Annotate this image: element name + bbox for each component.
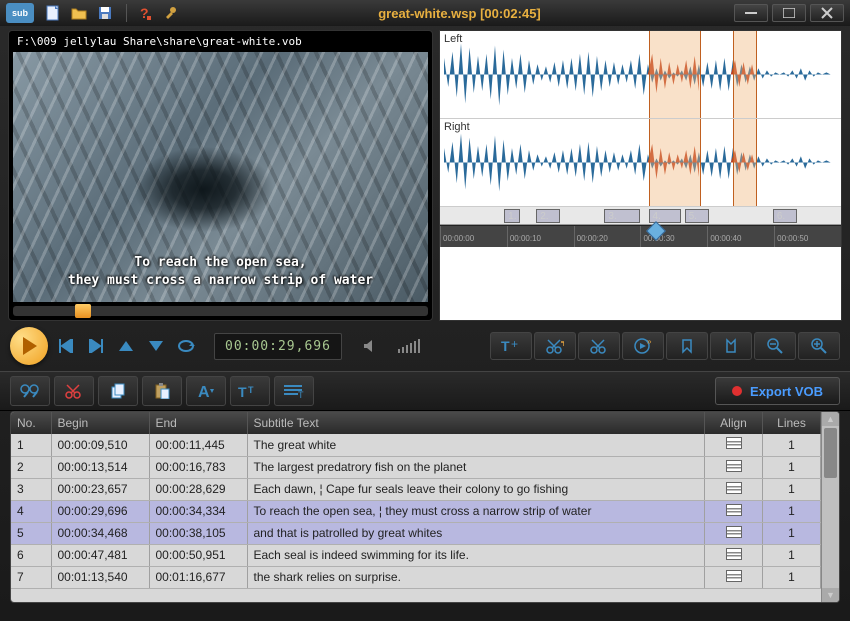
svg-text:T: T [298,390,304,398]
video-preview[interactable]: To reach the open sea, they must cross a… [13,52,428,302]
marker-out-button[interactable] [710,332,752,360]
col-end[interactable]: End [149,412,247,434]
down-arrow-button[interactable] [144,334,168,358]
table-row[interactable]: 600:00:47,48100:00:50,951Each seal is in… [11,544,821,566]
titlebar: sub ? great-white.wsp [00:02:45] [0,0,850,26]
scroll-up-button[interactable]: ▲ [822,412,839,426]
record-icon [732,386,742,396]
scroll-down-button[interactable]: ▼ [822,588,839,602]
subtitle-toolbar: A TT T Export VOB [0,371,850,411]
waveform-right[interactable]: Right [440,119,841,207]
export-vob-button[interactable]: Export VOB [715,377,840,405]
playhead-cursor[interactable] [649,50,663,247]
prev-button[interactable] [54,334,78,358]
video-caption: To reach the open sea, they must cross a… [13,254,428,290]
font-button[interactable]: A [186,376,226,406]
seek-thumb[interactable] [75,304,91,318]
loop-button[interactable] [174,334,198,358]
align-icon[interactable] [726,570,742,582]
waveform-panel: Left Right [439,30,842,321]
volume-bars[interactable] [398,339,420,353]
marker-in-button[interactable] [666,332,708,360]
settings-button[interactable] [159,3,181,23]
col-lines[interactable]: Lines [763,412,821,434]
zoom-in-button[interactable] [798,332,840,360]
align-icon[interactable] [726,548,742,560]
play-button[interactable] [10,327,48,365]
copy-button[interactable] [98,376,138,406]
close-button[interactable] [810,4,844,22]
table-row[interactable]: 400:00:29,69600:00:34,334To reach the op… [11,500,821,522]
align-icon[interactable] [726,482,742,494]
segment[interactable]: 5. [685,209,709,223]
segment-bar[interactable]: 1. 2. 3. 4. 5. 6. [440,207,841,225]
col-no[interactable]: No. [11,412,51,434]
waveform-tools: T+ » [490,332,840,360]
segment[interactable]: 6. [773,209,797,223]
open-file-button[interactable] [68,3,90,23]
new-file-button[interactable] [42,3,64,23]
col-align[interactable]: Align [705,412,763,434]
mute-button[interactable] [358,334,382,358]
waveform-left[interactable]: Left [440,31,841,119]
app-logo: sub [6,3,34,23]
paste-button[interactable] [142,376,182,406]
segment[interactable]: 2. [536,209,560,223]
video-filepath: F:\009 jellylau Share\share\great-white.… [13,35,428,52]
table-scrollbar[interactable]: ▲ ▼ [821,412,839,602]
minimize-button[interactable] [734,4,768,22]
timecode-display: 00:00:29,696 [214,333,342,360]
help-button[interactable]: ? [133,3,155,23]
play-segment-button[interactable]: » [622,332,664,360]
zoom-out-button[interactable] [754,332,796,360]
video-panel: F:\009 jellylau Share\share\great-white.… [8,30,433,321]
subtitle-table: No. Begin End Subtitle Text Align Lines … [10,411,840,603]
align-icon[interactable] [726,460,742,472]
table-row[interactable]: 700:01:13,54000:01:16,677the shark relie… [11,566,821,588]
col-begin[interactable]: Begin [51,412,149,434]
scroll-thumb[interactable] [824,428,837,478]
time-ruler[interactable]: 00:00:00 00:00:10 00:00:20 00:00:30 00:0… [440,225,841,247]
svg-text:T: T [238,384,247,399]
table-row[interactable]: 100:00:09,51000:00:11,445The great white… [11,434,821,456]
segment[interactable]: 1. [504,209,520,223]
align-icon[interactable] [726,504,742,516]
separator [126,4,127,22]
waveform-left-label: Left [444,33,462,45]
table-row[interactable]: 300:00:23,65700:00:28,629Each dawn, ¦ Ca… [11,478,821,500]
maximize-button[interactable] [772,4,806,22]
window-title: great-white.wsp [00:02:45] [185,6,734,21]
next-button[interactable] [84,334,108,358]
align-icon[interactable] [726,526,742,538]
video-seek-bar[interactable] [13,306,428,316]
save-button[interactable] [94,3,116,23]
table-row[interactable]: 200:00:13,51400:00:16,783The largest pre… [11,456,821,478]
text-align-button[interactable]: T [274,376,314,406]
up-arrow-button[interactable] [114,334,138,358]
cut-start-button[interactable] [534,332,576,360]
svg-text:+: + [511,338,518,351]
svg-text:T: T [248,385,254,395]
table-header-row: No. Begin End Subtitle Text Align Lines [11,412,821,434]
text-size-button[interactable]: TT [230,376,270,406]
svg-text:T: T [501,338,510,354]
segment[interactable]: 3. [604,209,640,223]
col-text[interactable]: Subtitle Text [247,412,705,434]
table-row[interactable]: 500:00:34,46800:00:38,105 and that is pa… [11,522,821,544]
add-text-button[interactable]: T+ [490,332,532,360]
align-icon[interactable] [726,437,742,449]
waveform-right-label: Right [444,121,470,133]
find-button[interactable] [10,376,50,406]
cut-end-button[interactable] [578,332,620,360]
cut-button[interactable] [54,376,94,406]
svg-text:A: A [198,384,210,399]
svg-text:»: » [647,338,652,346]
